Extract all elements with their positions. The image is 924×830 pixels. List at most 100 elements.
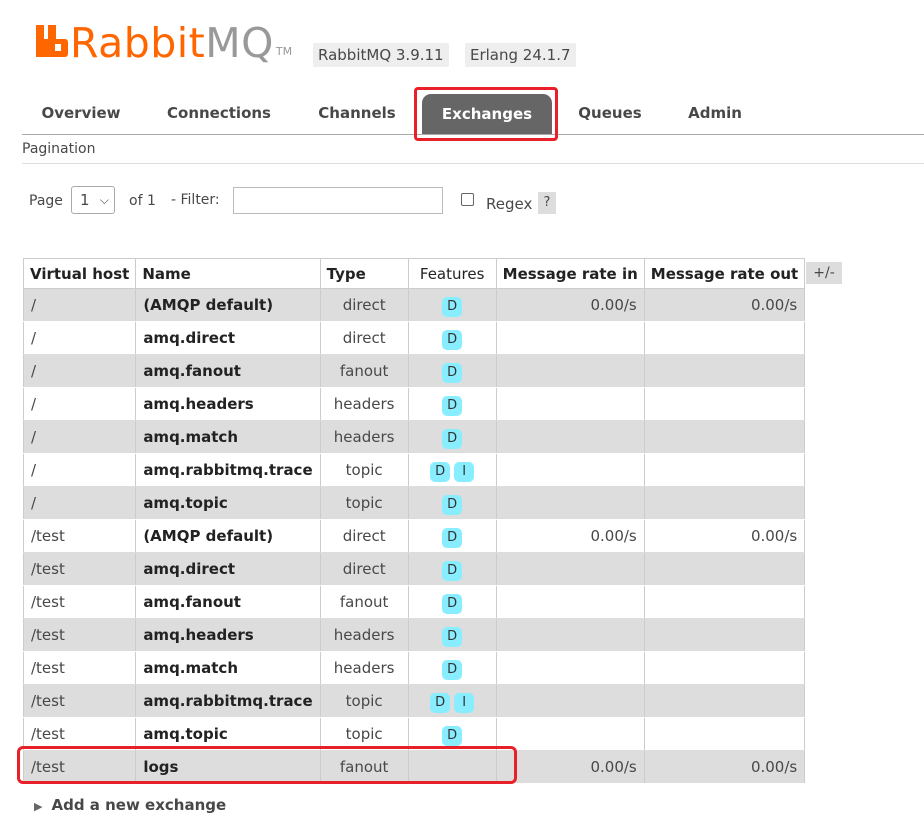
rabbitmq-logo-icon (36, 25, 68, 57)
type-cell: headers (319, 420, 409, 454)
column-header-features[interactable]: Features (407, 258, 497, 289)
exchange-name-link[interactable]: (AMQP default) (135, 519, 321, 553)
column-header-rate-out[interactable]: Message rate out (643, 258, 806, 289)
durable-badge: D (442, 725, 463, 746)
exchange-name-link[interactable]: amq.rabbitmq.trace (135, 453, 321, 487)
tab-queues[interactable]: Queues (566, 92, 654, 134)
rate-in-cell: 0.00/s (495, 750, 645, 784)
table-row: / amq.rabbitmq.trace topic D I (22, 453, 806, 487)
column-header-virtual-host[interactable]: Virtual host (22, 258, 137, 289)
rate-out-cell (643, 420, 806, 454)
tab-exchanges[interactable]: Exchanges (422, 94, 552, 134)
features-cell: D (407, 354, 497, 388)
durable-badge: D (442, 527, 463, 548)
trademark: TM (275, 45, 293, 58)
vhost-cell: / (22, 387, 137, 421)
vhost-cell: /test (22, 717, 137, 751)
regex-checkbox[interactable] (461, 193, 474, 206)
durable-badge: D (430, 461, 451, 482)
features-cell: D (407, 387, 497, 421)
durable-badge: D (442, 362, 463, 383)
exchange-name-link[interactable]: amq.match (135, 420, 321, 454)
column-header-name[interactable]: Name (135, 258, 321, 289)
tab-admin[interactable]: Admin (674, 92, 756, 134)
exchange-name-link[interactable]: amq.direct (135, 552, 321, 586)
column-header-rate-in[interactable]: Message rate in (495, 258, 645, 289)
durable-badge: D (442, 329, 463, 350)
rabbitmq-logo[interactable]: RabbitMQ TM (36, 18, 292, 68)
rate-out-cell (643, 585, 806, 619)
table-row: /test amq.rabbitmq.trace topic D I (22, 684, 806, 718)
exchange-name-link[interactable]: amq.headers (135, 387, 321, 421)
table-row: /test amq.match headers D (22, 651, 806, 685)
features-cell: DI (407, 453, 497, 487)
durable-badge: D (442, 626, 463, 647)
exchange-name-link[interactable]: amq.fanout (135, 585, 321, 619)
rate-in-cell (495, 684, 645, 718)
features-cell: D (407, 717, 497, 751)
features-cell (407, 750, 497, 784)
main-nav-tabs: Overview Connections Channels Exchanges … (22, 92, 924, 135)
rate-out-cell (643, 354, 806, 388)
rate-in-cell (495, 420, 645, 454)
exchange-name-link[interactable]: (AMQP default) (135, 288, 321, 322)
tab-overview[interactable]: Overview (22, 92, 140, 134)
rate-out-cell (643, 387, 806, 421)
durable-badge: D (442, 593, 463, 614)
exchange-name-link[interactable]: amq.match (135, 651, 321, 685)
type-cell: headers (319, 651, 409, 685)
table-row: / (AMQP default) direct D 0.00/s 0.00/s (22, 288, 806, 322)
features-cell: D (407, 321, 497, 355)
table-row: / amq.fanout fanout D (22, 354, 806, 388)
rate-out-cell: 0.00/s (643, 519, 806, 553)
durable-badge: D (442, 428, 463, 449)
type-cell: topic (319, 486, 409, 520)
page-select[interactable]: 1 ⌵ (71, 186, 115, 214)
filter-input[interactable] (233, 187, 443, 214)
features-cell: DI (407, 684, 497, 718)
exchange-name-link[interactable]: amq.topic (135, 717, 321, 751)
vhost-cell: /test (22, 552, 137, 586)
rate-in-cell (495, 717, 645, 751)
regex-help-button[interactable]: ? (538, 192, 556, 214)
type-cell: topic (319, 717, 409, 751)
column-header-type[interactable]: Type (319, 258, 409, 289)
pagination-section-title[interactable]: Pagination (22, 141, 95, 157)
rabbitmq-version-badge: RabbitMQ 3.9.11 (313, 43, 449, 67)
type-cell: direct (319, 321, 409, 355)
features-cell: D (407, 651, 497, 685)
rate-in-cell (495, 585, 645, 619)
durable-badge: D (442, 296, 463, 317)
vhost-cell: / (22, 420, 137, 454)
exchange-name-link[interactable]: amq.headers (135, 618, 321, 652)
exchange-name-link[interactable]: amq.topic (135, 486, 321, 520)
exchange-name-link[interactable]: amq.direct (135, 321, 321, 355)
exchange-name-link[interactable]: amq.rabbitmq.trace (135, 684, 321, 718)
type-cell: topic (319, 684, 409, 718)
exchange-name-link[interactable]: amq.fanout (135, 354, 321, 388)
rate-out-cell (643, 717, 806, 751)
add-exchange-toggle[interactable]: ▶ Add a new exchange (34, 796, 226, 814)
type-cell: fanout (319, 585, 409, 619)
vhost-cell: /test (22, 750, 137, 784)
vhost-cell: / (22, 453, 137, 487)
type-cell: headers (319, 387, 409, 421)
rate-in-cell (495, 651, 645, 685)
rate-in-cell (495, 321, 645, 355)
type-cell: topic (319, 453, 409, 487)
durable-badge: D (442, 494, 463, 515)
features-cell: D (407, 552, 497, 586)
exchanges-table: Virtual host Name Type Features Message … (22, 258, 806, 784)
regex-label: Regex (486, 195, 533, 213)
type-cell: direct (319, 552, 409, 586)
columns-toggle-button[interactable]: +/- (806, 262, 842, 284)
table-row: /test amq.fanout fanout D (22, 585, 806, 619)
type-cell: fanout (319, 354, 409, 388)
rate-out-cell (643, 651, 806, 685)
tab-channels[interactable]: Channels (302, 92, 412, 134)
features-cell: D (407, 288, 497, 322)
rate-out-cell: 0.00/s (643, 750, 806, 784)
exchange-name-link[interactable]: logs (135, 750, 321, 784)
vhost-cell: / (22, 321, 137, 355)
tab-connections[interactable]: Connections (154, 92, 284, 134)
